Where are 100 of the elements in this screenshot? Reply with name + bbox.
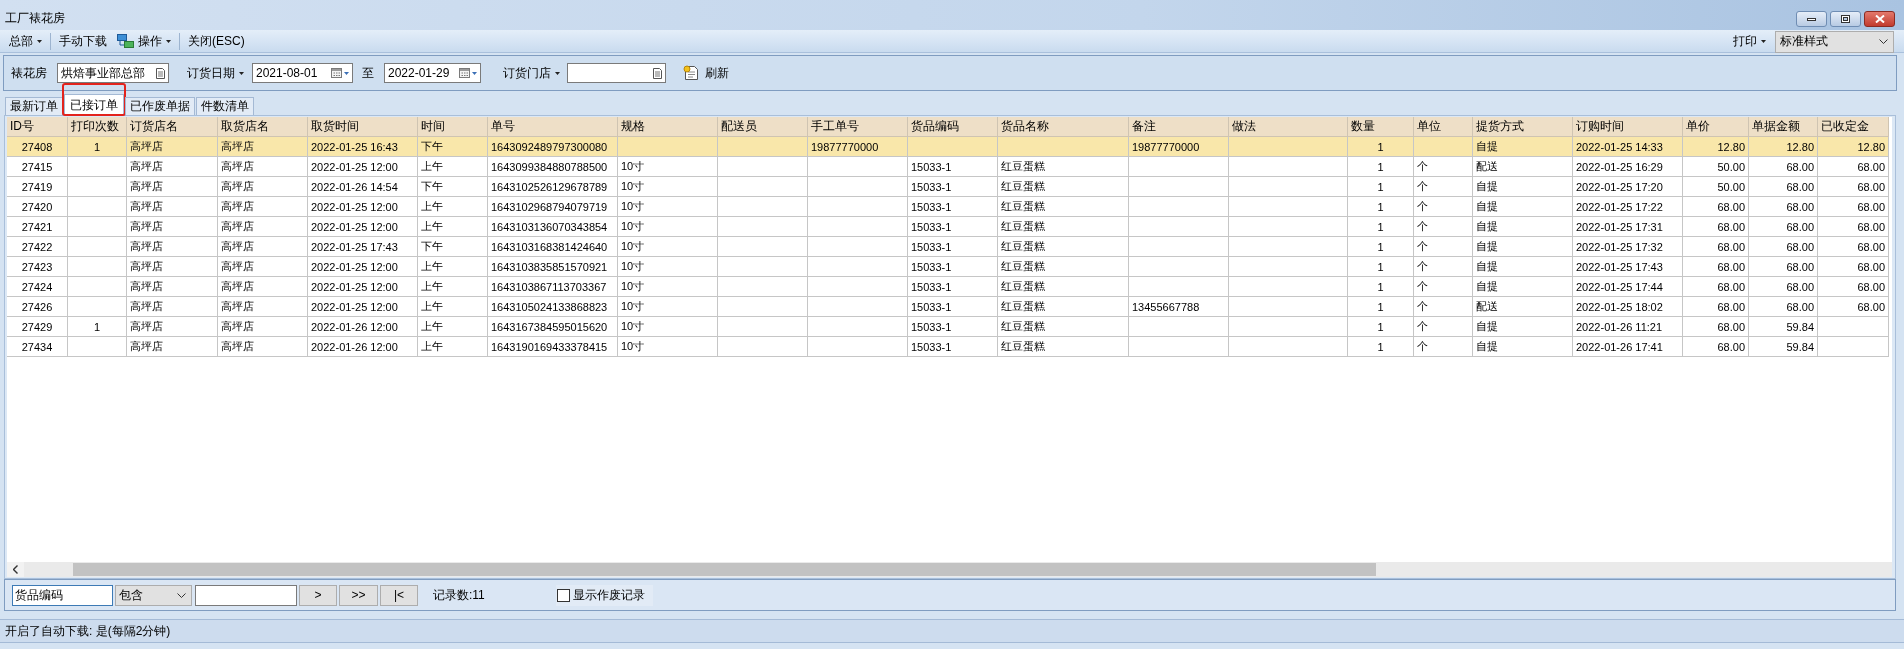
column-header[interactable]: 取货时间 — [308, 117, 418, 137]
tab[interactable]: 已作废单据 — [125, 97, 195, 115]
nav-button[interactable]: >> — [339, 584, 378, 606]
table-row[interactable]: 27423 高坪店 高坪店 2022-01-25 12:00 上午 1643103835851570921 10寸 15033-1 红豆蛋糕 1 个 自提 2022-01-25 17:43 68.00 68.00 68.00 — [7, 257, 1889, 277]
close-button[interactable] — [1864, 11, 1895, 27]
document-icon — [156, 67, 165, 79]
column-header[interactable]: 打印次数 — [68, 117, 127, 137]
table-row[interactable]: 27434 高坪店 高坪店 2022-01-26 12:00 上午 1643190169433378415 10寸 15033-1 红豆蛋糕 1 个 自提 2022-01-26 17:41 68.00 59.84 — [7, 337, 1889, 357]
table-row[interactable]: 27426 高坪店 高坪店 2022-01-25 12:00 上午 1643105024133868823 10寸 15033-1 红豆蛋糕 13455667788 1 个 配送 2022-01-25 18:02 68.00 68.00 68.00 — [7, 297, 1889, 317]
table-cell: 27434 — [7, 337, 68, 357]
column-header[interactable]: 备注 — [1129, 117, 1229, 137]
table-cell: 15033-1 — [908, 337, 998, 357]
caret-icon — [166, 39, 171, 43]
toolbar-button[interactable]: 关闭(ESC) — [183, 30, 250, 52]
status-text: 开启了自动下载: 是(每隔2分钟) — [5, 622, 171, 640]
chevron-left-icon — [13, 565, 18, 574]
search-field[interactable] — [195, 584, 297, 606]
column-header[interactable]: 货品名称 — [998, 117, 1129, 137]
date-field[interactable]: 2021-08-01 — [252, 63, 353, 83]
table-cell: 2022-01-26 12:00 — [308, 337, 418, 357]
store-field[interactable] — [567, 63, 666, 83]
table-row[interactable]: 27421 高坪店 高坪店 2022-01-25 12:00 上午 1643103136070343854 10寸 15033-1 红豆蛋糕 1 个 自提 2022-01-25 17:31 68.00 68.00 68.00 — [7, 217, 1889, 237]
column-header[interactable]: 做法 — [1229, 117, 1348, 137]
table-cell: 上午 — [418, 337, 488, 357]
menu-button[interactable]: 总部 — [4, 30, 47, 52]
caret-icon — [239, 71, 244, 75]
table-cell: 高坪店 — [127, 337, 218, 357]
column-header[interactable]: 单号 — [488, 117, 618, 137]
column-header[interactable]: 货品编码 — [908, 117, 998, 137]
table-row[interactable]: 27420 高坪店 高坪店 2022-01-25 12:00 上午 1643102968794079719 10寸 15033-1 红豆蛋糕 1 个 自提 2022-01-25 17:22 68.00 68.00 68.00 — [7, 197, 1889, 217]
column-header[interactable]: 规格 — [618, 117, 718, 137]
table-row[interactable]: 27419 高坪店 高坪店 2022-01-26 14:54 下午 1643102526129678789 10寸 15033-1 红豆蛋糕 1 个 自提 2022-01-25 17:20 50.00 68.00 68.00 — [7, 177, 1889, 197]
table-cell: 2022-01-26 17:41 — [1573, 337, 1683, 357]
table-cell: 1 — [1348, 337, 1414, 357]
column-header[interactable]: 单位 — [1414, 117, 1473, 137]
column-header[interactable]: 提货方式 — [1473, 117, 1573, 137]
calendar-icon — [331, 68, 342, 78]
computers-icon — [117, 34, 134, 48]
table-row[interactable]: 27408 1 高坪店 高坪店 2022-01-25 16:43 下午 1643092489797300080 19877770000 19877770000 1 自提 2022-01-25 14:33 12.80 12.80 12.80 — [7, 137, 1889, 157]
print-menu[interactable]: 打印 — [1728, 30, 1771, 52]
record-count: 记录数:11 — [433, 586, 485, 604]
checkbox[interactable] — [556, 588, 570, 602]
caret-icon — [1761, 39, 1766, 43]
window-title: 工厂裱花房 — [5, 11, 65, 25]
column-header[interactable]: 配送员 — [718, 117, 808, 137]
range-label: 至 — [362, 64, 374, 82]
shop-field[interactable]: 烘焙事业部总部 — [57, 63, 169, 83]
print-style-dropdown[interactable]: 标准样式 — [1775, 30, 1894, 53]
table-cell: 红豆蛋糕 — [998, 337, 1129, 357]
refresh-button[interactable]: 刷新 — [683, 64, 729, 82]
document-icon — [683, 65, 700, 81]
table-cell: 59.84 — [1749, 337, 1818, 357]
menu-button[interactable]: 操作 — [112, 30, 176, 52]
date-field[interactable]: 2022-01-29 — [384, 63, 481, 83]
document-icon — [653, 67, 662, 79]
column-header[interactable]: 时间 — [418, 117, 488, 137]
table-row[interactable]: 27422 高坪店 高坪店 2022-01-25 17:43 下午 1643103168381424640 10寸 15033-1 红豆蛋糕 1 个 自提 2022-01-25 17:32 68.00 68.00 68.00 — [7, 237, 1889, 257]
show-voided-toggle[interactable]: 显示作废记录 — [555, 584, 653, 606]
operator-dropdown[interactable]: 包含 — [115, 584, 192, 606]
minimize-button[interactable] — [1796, 11, 1827, 27]
table-row[interactable]: 27424 高坪店 高坪店 2022-01-25 12:00 上午 1643103867113703367 10寸 15033-1 红豆蛋糕 1 个 自提 2022-01-25 17:44 68.00 68.00 68.00 — [7, 277, 1889, 297]
nav-button[interactable]: > — [299, 584, 337, 606]
column-header[interactable]: 数量 — [1348, 117, 1414, 137]
minimize-icon — [1807, 17, 1816, 21]
column-header[interactable]: ID号 — [7, 117, 68, 137]
table-cell: 个 — [1414, 337, 1473, 357]
table-row[interactable]: 27415 高坪店 高坪店 2022-01-25 12:00 上午 1643099384880788500 10寸 15033-1 红豆蛋糕 1 个 配送 2022-01-25 16:29 50.00 68.00 68.00 — [7, 157, 1889, 177]
shop-label: 裱花房 — [11, 64, 47, 82]
caret-icon — [472, 71, 477, 75]
table-cell: 10寸 — [618, 337, 718, 357]
column-header[interactable]: 取货店名 — [218, 117, 308, 137]
tab[interactable]: 已接订单 — [64, 94, 124, 115]
toolbar-button[interactable]: 手动下载 — [54, 30, 112, 52]
column-header[interactable]: 订购时间 — [1573, 117, 1683, 137]
scroll-left-button[interactable] — [7, 562, 24, 577]
tab[interactable]: 最新订单 — [5, 97, 63, 115]
column-field[interactable]: 货品编码 — [12, 584, 113, 606]
table-cell: 68.00 — [1683, 337, 1749, 357]
scrollbar-thumb[interactable] — [73, 563, 1376, 576]
tab[interactable]: 件数清单 — [196, 97, 254, 115]
column-header[interactable]: 订货店名 — [127, 117, 218, 137]
column-header[interactable]: 手工单号 — [808, 117, 908, 137]
table-cell: 高坪店 — [218, 337, 308, 357]
column-header[interactable]: 已收定金 — [1818, 117, 1889, 137]
close-icon — [1874, 15, 1885, 23]
caret-icon — [344, 71, 349, 75]
table-cell: 1643190169433378415 — [488, 337, 618, 357]
nav-button[interactable]: |< — [380, 584, 418, 606]
caret-icon — [37, 39, 42, 43]
column-header[interactable]: 单据金额 — [1749, 117, 1818, 137]
table-cell: 自提 — [1473, 337, 1573, 357]
chevron-down-icon — [177, 592, 186, 598]
caret-icon — [555, 71, 560, 75]
calendar-icon — [459, 68, 470, 78]
menu-button[interactable]: 订货门店 — [503, 64, 560, 82]
table-row[interactable]: 27429 1 高坪店 高坪店 2022-01-26 12:00 上午 1643167384595015620 10寸 15033-1 红豆蛋糕 1 个 自提 2022-01-26 11:21 68.00 59.84 — [7, 317, 1889, 337]
menu-button[interactable]: 订货日期 — [187, 64, 244, 82]
chevron-down-icon — [1879, 39, 1888, 44]
maximize-button[interactable] — [1830, 11, 1861, 27]
column-header[interactable]: 单价 — [1683, 117, 1749, 137]
